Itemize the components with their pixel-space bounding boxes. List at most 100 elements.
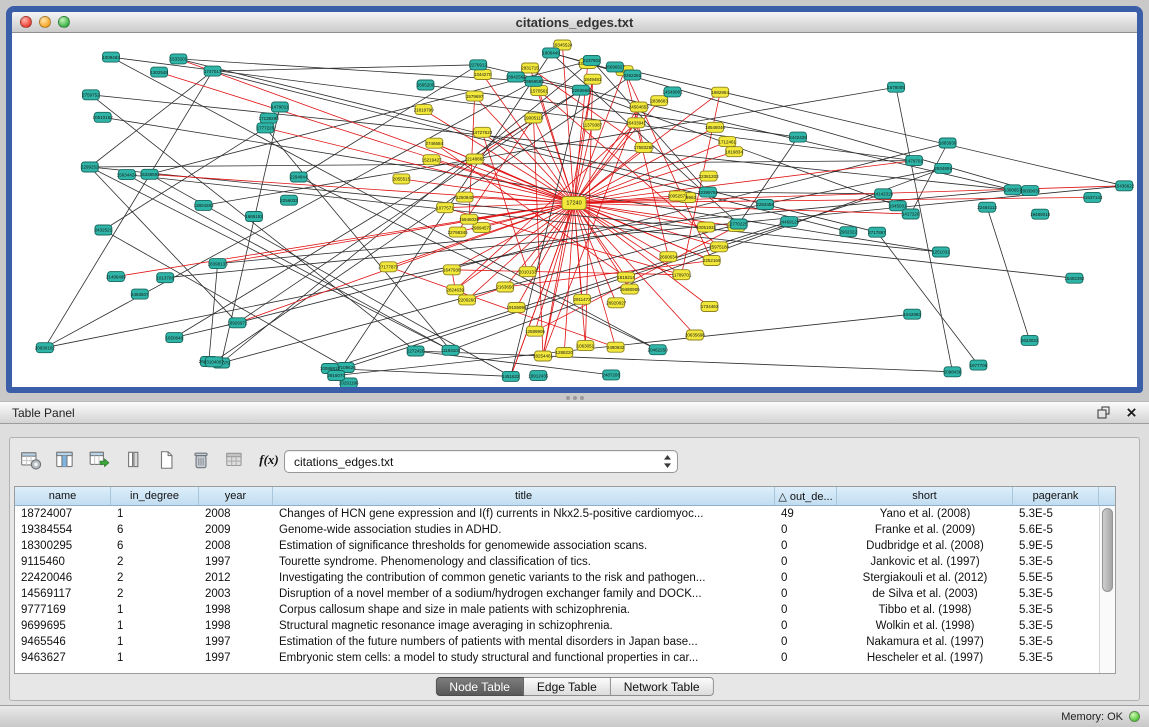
graph-node[interactable]: 14142320 (873, 189, 894, 199)
tab-network-table[interactable]: Network Table (611, 677, 714, 696)
graph-node[interactable]: 2276912 (469, 60, 487, 70)
network-canvas[interactable]: 2339963216194411005193325975180225216926… (12, 33, 1137, 387)
graph-node[interactable]: 1650846 (166, 333, 184, 343)
cell-name[interactable]: 9465546 (15, 636, 111, 648)
splitter-handle[interactable] (566, 396, 570, 400)
graph-node[interactable]: 1479011 (271, 102, 289, 112)
cell-in_degree[interactable]: 2 (111, 588, 199, 600)
graph-node[interactable]: 2262361 (624, 70, 642, 80)
cell-pagerank[interactable]: 5.5E-5 (1013, 572, 1099, 584)
graph-node[interactable]: 1251031 (932, 247, 950, 257)
cell-short[interactable]: Hescheler et al. (1997) (837, 652, 1013, 664)
cell-pagerank[interactable]: 5.3E-5 (1013, 556, 1099, 568)
graph-node[interactable]: 2931715 (521, 63, 539, 73)
cell-year[interactable]: 1997 (199, 652, 273, 664)
cell-name[interactable]: 18724007 (15, 508, 111, 520)
graph-node[interactable]: 1042860 (903, 309, 921, 319)
cell-year[interactable]: 1997 (199, 556, 273, 568)
cell-in_degree[interactable]: 6 (111, 524, 199, 536)
new-row-button[interactable] (154, 448, 180, 472)
cell-in_degree[interactable]: 6 (111, 540, 199, 552)
cell-title[interactable]: Disruption of a novel member of a sodium… (273, 588, 775, 600)
graph-node[interactable]: 2916070 (327, 371, 345, 381)
cell-year[interactable]: 2008 (199, 508, 273, 520)
cell-name[interactable]: 22420046 (15, 572, 111, 584)
cell-title[interactable]: Structural magnetic resonance image aver… (273, 620, 775, 632)
column-header-year[interactable]: year (199, 487, 273, 505)
import-table-button[interactable] (222, 448, 248, 472)
graph-node[interactable]: 2237802 (583, 55, 601, 65)
graph-node[interactable]: 20930102 (35, 343, 56, 353)
graph-node[interactable]: 27177873 (378, 262, 399, 272)
graph-node[interactable]: 11193103 (441, 345, 461, 355)
graph-node[interactable]: 1712461 (719, 137, 737, 147)
graph-node[interactable]: 22148865 (465, 154, 486, 164)
graph-node[interactable]: 2293458 (756, 200, 774, 210)
graph-node[interactable]: 1077571 (436, 203, 454, 213)
graph-node[interactable]: 2055515 (393, 174, 411, 184)
cell-title[interactable]: Genome-wide association studies in ADHD. (273, 524, 775, 536)
close-panel-icon[interactable] (1126, 407, 1137, 418)
graph-node[interactable]: 2432521 (95, 225, 113, 235)
cell-year[interactable]: 2008 (199, 540, 273, 552)
graph-node[interactable]: 22399762 (698, 187, 719, 197)
cell-in_degree[interactable]: 2 (111, 556, 199, 568)
graph-node[interactable]: 1009463 (102, 52, 120, 62)
vertical-scrollbar[interactable] (1099, 506, 1115, 673)
cell-in_degree[interactable]: 1 (111, 636, 199, 648)
zoom-window-button[interactable] (58, 16, 70, 28)
graph-node[interactable]: 2487206 (602, 370, 620, 380)
table-row[interactable]: 977716911998Corpus callosum shape and si… (15, 602, 1099, 618)
graph-node[interactable]: 1579697 (466, 91, 484, 101)
graph-node[interactable]: 11537143 (1083, 192, 1103, 202)
graph-node[interactable]: 26433941 (626, 118, 647, 128)
graph-node[interactable]: 15219427 (422, 155, 443, 165)
cell-short[interactable]: Stergiakouli et al. (2012) (837, 572, 1013, 584)
graph-node[interactable]: 2483507 (131, 289, 149, 299)
cell-in_degree[interactable]: 1 (111, 620, 199, 632)
cell-title[interactable]: Corpus callosum shape and size in male p… (273, 604, 775, 616)
cell-short[interactable]: Jankovic et al. (1997) (837, 556, 1013, 568)
graph-node[interactable]: 1777226 (257, 123, 275, 133)
graph-node[interactable]: 2717867 (868, 227, 886, 237)
cell-out_degree[interactable]: 0 (775, 556, 837, 568)
graph-node[interactable]: 15492392 (1064, 273, 1085, 283)
graph-node[interactable]: 19005110 (524, 113, 544, 123)
graph-node[interactable]: 1819834 (725, 147, 743, 157)
cell-out_degree[interactable]: 0 (775, 620, 837, 632)
graph-node[interactable]: 21496499 (106, 272, 127, 282)
graph-node[interactable]: 1678005 (887, 82, 905, 92)
graph-node[interactable]: 28254461 (533, 351, 554, 361)
cell-in_degree[interactable]: 2 (111, 572, 199, 584)
cell-out_degree[interactable]: 0 (775, 572, 837, 584)
graph-node[interactable]: 1417226 (902, 209, 920, 219)
cell-out_degree[interactable]: 0 (775, 652, 837, 664)
graph-node[interactable]: 29959589 (524, 76, 545, 86)
graph-node[interactable]: 1344270 (474, 70, 492, 80)
graph-node[interactable]: 18926972 (227, 318, 248, 328)
table-row[interactable]: 1456911722003Disruption of a novel membe… (15, 586, 1099, 602)
graph-node[interactable]: 2010133 (519, 267, 537, 277)
column-header-pagerank[interactable]: pagerank (1013, 487, 1099, 505)
graph-node[interactable]: 2770225 (730, 219, 748, 229)
cell-pagerank[interactable]: 5.3E-5 (1013, 636, 1099, 648)
select-column-button[interactable] (120, 448, 146, 472)
column-header-in_degree[interactable]: in_degree (111, 487, 199, 505)
graph-node[interactable]: 1063051 (577, 341, 595, 351)
graph-node[interactable]: 1982954 (711, 87, 729, 97)
graph-node[interactable]: 14727523 (472, 127, 493, 137)
cell-pagerank[interactable]: 5.3E-5 (1013, 588, 1099, 600)
graph-node[interactable]: 2299252 (81, 162, 99, 172)
graph-node[interactable]: 1451622 (502, 371, 520, 381)
graph-node[interactable]: 19912435 (528, 371, 549, 381)
cell-year[interactable]: 2012 (199, 572, 273, 584)
graph-node[interactable]: 18548046 (705, 122, 726, 132)
graph-node[interactable]: 15338591 (140, 169, 161, 179)
cell-in_degree[interactable]: 1 (111, 652, 199, 664)
cell-out_degree[interactable]: 0 (775, 604, 837, 616)
graph-node[interactable]: 2163656 (496, 282, 514, 292)
cell-out_degree[interactable]: 0 (775, 636, 837, 648)
cell-year[interactable]: 2003 (199, 588, 273, 600)
graph-node[interactable]: 24469125 (779, 217, 800, 227)
graph-node[interactable]: 2098438 (944, 367, 962, 377)
